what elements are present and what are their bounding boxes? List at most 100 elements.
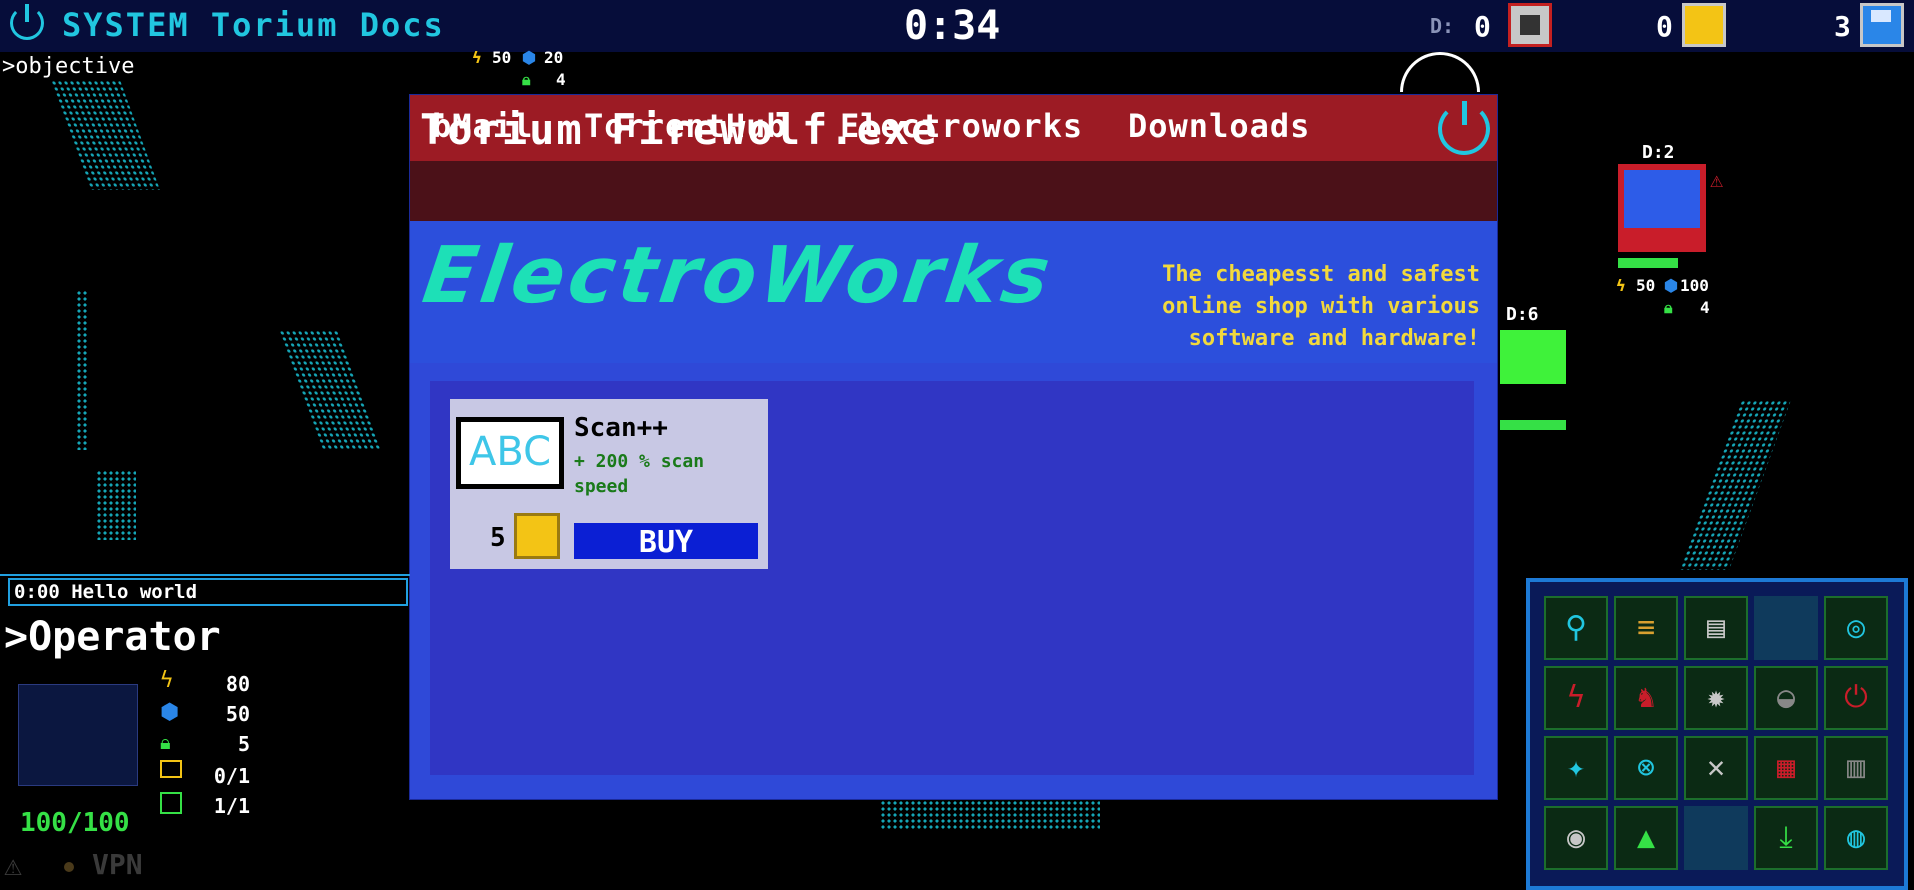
tool-power[interactable]: ⏻ xyxy=(1824,666,1888,730)
operator-energy: 80 xyxy=(225,672,250,696)
node2-label: D:2 xyxy=(1642,142,1675,163)
tool-disk-download[interactable]: ◉ xyxy=(1544,806,1608,870)
operator-terminals: 0/1 xyxy=(213,764,250,788)
tool-fingerprint[interactable]: ◍ xyxy=(1824,806,1888,870)
log-entry: 0:00 Hello world xyxy=(8,578,408,606)
tool-scan-target[interactable]: ◎ xyxy=(1824,596,1888,660)
tool-search[interactable]: ⚲ xyxy=(1544,596,1608,660)
operator-title: >Operator xyxy=(4,614,221,660)
router-energy-icon: ϟ xyxy=(472,48,482,67)
tool-log-delete[interactable]: ▦ xyxy=(1754,736,1818,800)
vpn-status-icon xyxy=(64,862,74,872)
save-count: 3 xyxy=(1834,10,1851,43)
operator-health: 100/100 xyxy=(20,808,130,838)
site-tagline: The cheapesst and safest online shop wit… xyxy=(1010,259,1480,355)
nav-electroworks[interactable]: Electroworks xyxy=(840,107,1083,145)
product-price: 5 xyxy=(490,523,506,553)
node6-health-bar xyxy=(1500,420,1566,430)
nav-bmail[interactable]: bMail xyxy=(432,107,533,145)
log-delete-icon: ▦ xyxy=(1776,750,1796,785)
browser-window: Torium Firewolf.exe bMail TorrentHub Ele… xyxy=(409,94,1498,800)
power-icon: ⏻ xyxy=(1844,680,1868,715)
wrench-icon: ✕ xyxy=(1706,750,1726,785)
buy-button[interactable]: BUY xyxy=(572,521,760,561)
network-trace xyxy=(96,470,136,540)
tool-chess-knight[interactable]: ♞ xyxy=(1614,666,1678,730)
warning-icon: ⚠ xyxy=(1710,168,1724,193)
network-trace xyxy=(278,330,382,450)
mine-icon: ✹ xyxy=(1706,680,1726,715)
chess-knight-icon: ♞ xyxy=(1636,680,1656,715)
alert-icon: ⚠ xyxy=(4,848,23,883)
tool-power-surge[interactable]: ϟ xyxy=(1544,666,1608,730)
close-power-button-bar xyxy=(1462,101,1467,125)
operator-avatar xyxy=(18,684,138,786)
tool-download[interactable]: ⤓ xyxy=(1754,806,1818,870)
node2-screen xyxy=(1624,170,1700,228)
bookmark-bar xyxy=(410,161,1497,221)
skull-count: 0 xyxy=(1656,10,1673,43)
product-image: ABC xyxy=(456,417,564,489)
trash-icon: ▥ xyxy=(1846,750,1866,785)
router-shield: 20 xyxy=(544,48,564,67)
target-x-icon: ⊗ xyxy=(1636,750,1656,785)
nav-downloads[interactable]: Downloads xyxy=(1128,107,1310,145)
log-divider xyxy=(0,574,410,576)
x-slot-icon xyxy=(160,792,182,814)
skull-icon xyxy=(1682,3,1726,47)
terminal-icon xyxy=(160,760,182,778)
tool-up-arrow[interactable]: ▲ xyxy=(1614,806,1678,870)
router-energy: 50 xyxy=(492,48,512,67)
system-title: SYSTEM Torium Docs xyxy=(62,6,445,44)
router-shield-icon: ⬢ xyxy=(522,48,536,67)
shield-icon: ⬢ xyxy=(160,700,180,725)
operator-lock: 5 xyxy=(237,732,250,756)
node2-shield: 100 xyxy=(1680,276,1709,295)
node2-energy: 50 xyxy=(1636,276,1656,295)
node2-shield-icon: ⬢ xyxy=(1664,276,1678,295)
operator-x-slots: 1/1 xyxy=(213,794,250,818)
tool-slot-empty[interactable] xyxy=(1754,596,1818,660)
vpn-label[interactable]: VPN xyxy=(92,848,143,881)
tagline-line: online shop with various xyxy=(1162,294,1480,319)
site-logo: ElectroWorks xyxy=(417,231,1059,321)
skull-coin-icon xyxy=(514,513,560,559)
tool-slot-empty[interactable] xyxy=(1684,806,1748,870)
operator-shield: 50 xyxy=(225,702,250,726)
system-power-icon-bar xyxy=(25,4,29,22)
tool-trash[interactable]: ▥ xyxy=(1824,736,1888,800)
d-label: D: xyxy=(1430,14,1455,38)
router-lock: 4 xyxy=(556,70,566,89)
tool-tcp[interactable]: ≡ xyxy=(1614,596,1678,660)
network-star-icon: ✦ xyxy=(1566,750,1586,785)
network-trace xyxy=(1679,400,1791,570)
tool-cmd-panel[interactable]: ▤ xyxy=(1684,596,1748,660)
fingerprint-icon: ◍ xyxy=(1846,820,1866,855)
scan-target-icon: ◎ xyxy=(1846,610,1866,645)
product-name: Scan++ xyxy=(574,413,668,443)
network-trace xyxy=(880,800,1100,830)
node2-energy-icon: ϟ xyxy=(1616,276,1626,295)
nav-torrenthub[interactable]: TorrentHub xyxy=(584,107,787,145)
floppy-icon[interactable] xyxy=(1860,3,1904,47)
tool-target-x[interactable]: ⊗ xyxy=(1614,736,1678,800)
chip-icon xyxy=(1508,3,1552,47)
node6-terminal[interactable] xyxy=(1500,330,1566,384)
tool-mine[interactable]: ✹ xyxy=(1684,666,1748,730)
up-arrow-icon: ▲ xyxy=(1636,820,1656,855)
timer: 0:34 xyxy=(904,3,1001,49)
tool-wrench[interactable]: ✕ xyxy=(1684,736,1748,800)
wifi-router-icon[interactable] xyxy=(1400,52,1480,92)
tool-spy[interactable]: ◒ xyxy=(1754,666,1818,730)
node2-lock-icon: 🔒︎ xyxy=(1664,298,1673,317)
network-trace xyxy=(76,290,88,450)
product-description: + 200 % scan speed xyxy=(574,451,705,497)
tagline-line: software and hardware! xyxy=(1188,326,1480,351)
router-lock-icon: 🔒︎ xyxy=(522,70,531,89)
tool-network-star[interactable]: ✦ xyxy=(1544,736,1608,800)
objective-label[interactable]: >objective xyxy=(2,54,134,79)
node2-lock: 4 xyxy=(1700,298,1710,317)
disk-download-icon: ◉ xyxy=(1566,820,1586,855)
spy-icon: ◒ xyxy=(1776,680,1796,715)
node2-health-bar xyxy=(1618,258,1678,268)
